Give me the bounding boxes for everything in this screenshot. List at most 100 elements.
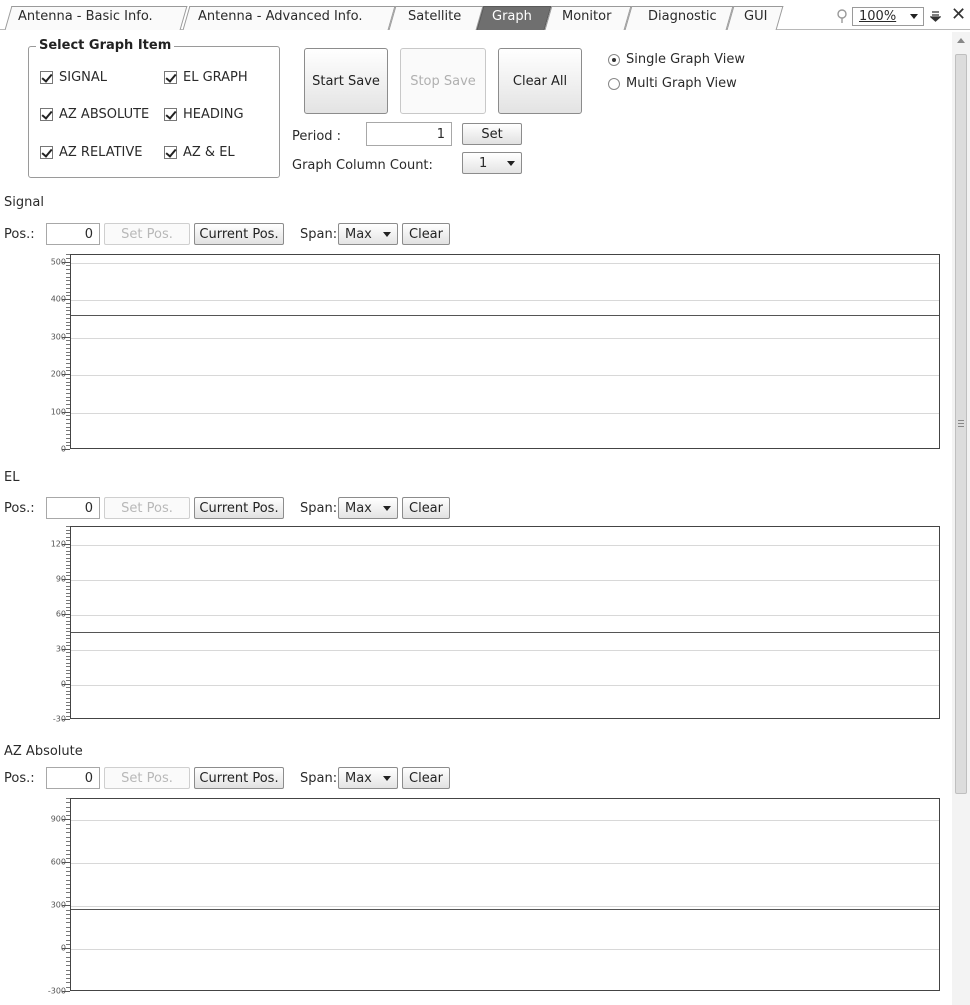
signal-checkbox[interactable]: SIGNAL	[40, 70, 107, 85]
scroll-up-icon[interactable]	[957, 38, 965, 43]
single-graph-view-label: Single Graph View	[626, 52, 745, 67]
el-span-value: Max	[345, 501, 372, 516]
close-icon[interactable]: ✕	[951, 5, 966, 25]
az-absolute-plot-area	[70, 798, 940, 991]
gridline	[71, 412, 939, 414]
y-tick-label: -30	[52, 714, 66, 724]
pin-icon[interactable]	[930, 10, 941, 22]
signal-pos-input[interactable]: 0	[46, 223, 100, 245]
clear-all-button[interactable]: Clear All	[498, 48, 582, 114]
signal-series-line	[71, 315, 939, 316]
gridline	[71, 300, 939, 301]
checkbox-checked-icon	[40, 71, 53, 84]
y-tick-label: 100	[50, 407, 66, 416]
el-span-select[interactable]: Max	[338, 497, 398, 519]
az-absolute-current-pos-button[interactable]: Current Pos.	[194, 767, 284, 789]
el-series-line	[71, 632, 939, 634]
zoom-select[interactable]: 100%	[852, 7, 924, 26]
signal-span-label: Span:	[300, 227, 338, 242]
y-tick-label: 120	[50, 539, 66, 548]
signal-span-select[interactable]: Max	[338, 223, 398, 245]
signal-clear-button[interactable]: Clear	[402, 223, 450, 245]
signal-set-pos-button[interactable]: Set Pos.	[104, 223, 190, 245]
heading-checkbox-label: HEADING	[183, 107, 244, 122]
az-absolute-series-line	[71, 909, 939, 911]
tab-diagnostic-label[interactable]: Diagnostic	[648, 9, 717, 24]
graph-column-count-select[interactable]: 1	[462, 152, 522, 174]
chevron-down-icon	[910, 14, 918, 19]
az-absolute-checkbox-label: AZ ABSOLUTE	[59, 107, 150, 122]
tab-antenna-advanced-info-label[interactable]: Antenna - Advanced Info.	[198, 9, 362, 24]
y-tick-label: 500	[50, 257, 66, 266]
el-current-pos-button[interactable]: Current Pos.	[194, 497, 284, 519]
az-absolute-pos-label: Pos.:	[4, 771, 35, 786]
el-pos-label: Pos.:	[4, 501, 35, 516]
az-absolute-pos-input[interactable]: 0	[46, 767, 100, 789]
az-absolute-set-pos-button[interactable]: Set Pos.	[104, 767, 190, 789]
gridline	[71, 684, 939, 686]
signal-y-axis: 0 100 200 300 400 500	[0, 254, 70, 454]
el-set-pos-button[interactable]: Set Pos.	[104, 497, 190, 519]
multi-graph-view-radio[interactable]: Multi Graph View	[608, 76, 737, 91]
radio-selected-icon	[608, 53, 620, 66]
y-tick-label: 300	[50, 332, 66, 341]
el-graph-checkbox[interactable]: EL GRAPH	[164, 70, 248, 85]
gridline	[71, 579, 939, 581]
az-absolute-y-axis: -300 0 300 600 900	[0, 798, 70, 996]
tab-gui-label[interactable]: GUI	[744, 9, 767, 24]
tab-antenna-basic-info-label[interactable]: Antenna - Basic Info.	[18, 9, 153, 24]
gridline	[71, 337, 939, 339]
y-tick-label: 300	[50, 900, 66, 910]
y-tick-label: 60	[55, 609, 66, 619]
el-plot-area	[70, 526, 940, 719]
el-pos-input[interactable]: 0	[46, 497, 100, 519]
az-el-checkbox[interactable]: AZ & EL	[164, 145, 235, 160]
az-absolute-span-label: Span:	[300, 771, 338, 786]
heading-checkbox[interactable]: HEADING	[164, 107, 244, 122]
gridline	[71, 262, 939, 264]
tab-bar: Antenna - Basic Info. Antenna - Advanced…	[0, 0, 970, 30]
start-save-button[interactable]: Start Save	[304, 48, 388, 114]
el-y-axis: -30 0 30 60 90 120	[0, 526, 70, 724]
signal-checkbox-label: SIGNAL	[59, 70, 108, 85]
az-relative-checkbox-label: AZ RELATIVE	[59, 145, 143, 160]
y-tick-label: 0	[60, 444, 66, 454]
checkbox-checked-icon	[40, 146, 53, 159]
checkbox-checked-icon	[164, 146, 177, 159]
y-tick-label: 0	[60, 679, 66, 689]
tab-satellite-label[interactable]: Satellite	[408, 9, 461, 24]
period-input[interactable]: 1	[366, 122, 452, 146]
el-clear-button[interactable]: Clear	[402, 497, 450, 519]
select-graph-item-title: Select Graph Item	[36, 38, 175, 53]
tab-graph-label[interactable]: Graph	[492, 9, 532, 24]
gridline	[71, 820, 939, 822]
signal-current-pos-button[interactable]: Current Pos.	[194, 223, 284, 245]
tab-monitor-label[interactable]: Monitor	[562, 9, 611, 24]
gridline	[71, 649, 939, 651]
y-tick-label: 200	[50, 369, 66, 379]
signal-plot-area	[70, 254, 940, 449]
gridline	[71, 614, 939, 616]
az-absolute-clear-button[interactable]: Clear	[402, 767, 450, 789]
checkbox-checked-icon	[164, 71, 177, 84]
radio-unselected-icon	[608, 77, 620, 90]
gridline	[71, 544, 939, 546]
az-absolute-span-value: Max	[345, 771, 372, 786]
stop-save-button[interactable]: Stop Save	[400, 48, 486, 114]
el-graph-title: EL	[4, 470, 20, 485]
vertical-scrollbar[interactable]	[952, 32, 970, 1005]
gridline	[71, 375, 939, 376]
signal-span-value: Max	[345, 227, 372, 242]
az-relative-checkbox[interactable]: AZ RELATIVE	[40, 145, 142, 160]
az-absolute-checkbox[interactable]: AZ ABSOLUTE	[40, 107, 149, 122]
period-set-button[interactable]: Set	[462, 123, 522, 145]
y-tick-label: -300	[47, 986, 66, 996]
period-label: Period :	[292, 129, 342, 144]
scrollbar-thumb[interactable]	[955, 54, 967, 794]
chevron-down-icon	[507, 161, 515, 166]
az-absolute-span-select[interactable]: Max	[338, 767, 398, 789]
gridline	[71, 906, 939, 908]
chevron-down-icon	[383, 776, 391, 781]
gridline	[71, 863, 939, 865]
single-graph-view-radio[interactable]: Single Graph View	[608, 52, 745, 67]
